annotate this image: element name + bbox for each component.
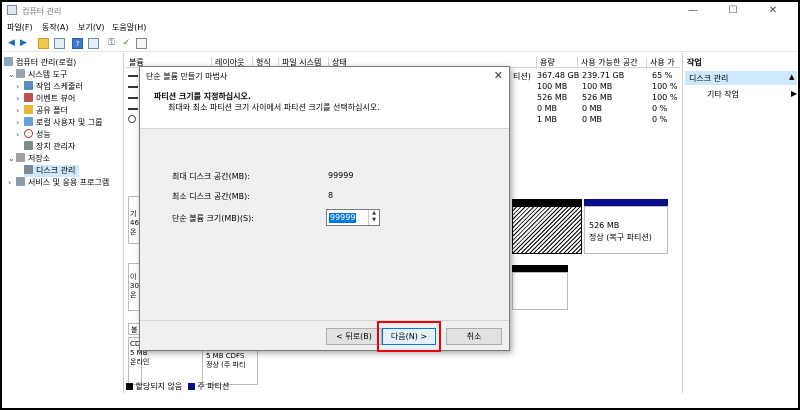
- toolbar: ◀ ▶ ? ⚿ ✓: [2, 34, 798, 52]
- stepper-buttons: ▲ ▼: [368, 210, 379, 225]
- unallocated-region[interactable]: [512, 206, 582, 254]
- volume-size-input[interactable]: 99999: [329, 213, 357, 223]
- volume-icon: [128, 108, 138, 110]
- volume-size-label: 단순 볼륨 크기(MB)(S):: [172, 214, 254, 223]
- stepper-down-icon[interactable]: ▼: [369, 217, 379, 224]
- tree-item-local-users[interactable]: › 로컬 사용자 및 그룹: [16, 117, 103, 129]
- clock-icon: [24, 81, 33, 90]
- view-pane-icon[interactable]: [88, 38, 99, 49]
- collapse-icon[interactable]: ▲: [789, 73, 794, 81]
- menu-action[interactable]: 동작(A): [42, 22, 68, 33]
- col-free[interactable]: 사용 가능한 공간: [577, 57, 638, 69]
- tree-item-shared-folders[interactable]: › 공유 폴더: [16, 105, 68, 117]
- volume-icon: [128, 86, 138, 88]
- key-icon[interactable]: ⚿: [106, 38, 117, 49]
- help-icon[interactable]: ?: [72, 38, 83, 49]
- maximize-icon[interactable]: ☐: [718, 2, 748, 19]
- cd-partition[interactable]: 5 MB CDFS 정상 (주 파티: [202, 349, 258, 385]
- actions-pane: 작업 디스크 관리 ▲ 기타 작업 ▶: [682, 53, 798, 393]
- dialog-close-icon[interactable]: ✕: [494, 69, 503, 82]
- volume-icon: [128, 97, 138, 99]
- cd-volume-icon: [128, 115, 136, 123]
- services-icon: [16, 177, 25, 186]
- unallocated-swatch: [126, 383, 133, 390]
- dialog-header: 파티션 크기를 지정하십시오. 최대와 최소 파티션 크기 사이에서 파티션 크…: [140, 83, 509, 129]
- tree-item-computer-management[interactable]: 컴퓨터 관리(로컬): [4, 57, 76, 69]
- col-capacity[interactable]: 용량: [536, 57, 555, 69]
- tree-item-disk-management[interactable]: 디스크 관리: [24, 165, 80, 177]
- actions-header: 작업: [687, 58, 702, 67]
- back-arrow-icon[interactable]: ◀: [6, 38, 17, 49]
- unallocated-bar: [512, 199, 582, 206]
- more-actions[interactable]: 기타 작업: [707, 89, 739, 100]
- dialog-separator: [140, 320, 509, 321]
- disk1-region[interactable]: [512, 272, 568, 310]
- tools-icon: [16, 69, 25, 78]
- storage-icon: [16, 153, 25, 162]
- max-space-value: 99999: [328, 171, 354, 180]
- properties-icon[interactable]: [136, 38, 147, 49]
- menu-file[interactable]: 파일(F): [7, 22, 33, 33]
- unallocated-bar-2: [512, 265, 568, 272]
- simple-volume-wizard: 단순 볼륨 만들기 마법사 ✕ 파티션 크기를 지정하십시오. 최대와 최소 파…: [139, 66, 510, 352]
- performance-icon: [24, 129, 33, 138]
- volume-icon: [128, 75, 138, 77]
- actions-section-disk-management[interactable]: 디스크 관리 ▲: [685, 71, 797, 85]
- recovery-partition[interactable]: 526 MB 정상 (복구 파티션): [584, 206, 668, 254]
- disk-icon: [24, 165, 33, 174]
- min-space-label: 최소 디스크 공간(MB):: [172, 192, 250, 201]
- status-bar: [2, 398, 798, 408]
- max-space-label: 최대 디스크 공간(MB):: [172, 172, 250, 181]
- title-bar: 컴퓨터 관리 — ☐ ✕: [2, 2, 798, 19]
- close-icon[interactable]: ✕: [758, 2, 788, 19]
- primary-swatch: [187, 383, 195, 390]
- device-manager-icon: [24, 141, 33, 150]
- window-title: 컴퓨터 관리: [22, 7, 62, 16]
- tree-item-task-scheduler[interactable]: › 작업 스케줄러: [16, 81, 83, 93]
- app-icon: [7, 5, 17, 15]
- tree-item-event-viewer[interactable]: › 이벤트 뷰어: [16, 93, 75, 105]
- checklist-icon[interactable]: ✓: [121, 38, 132, 49]
- submenu-arrow-icon: ▶: [791, 89, 798, 98]
- tree-item-system-tools[interactable]: ⌄ 시스템 도구: [8, 69, 67, 81]
- event-viewer-icon: [24, 93, 33, 102]
- computer-icon: [4, 57, 13, 66]
- forward-arrow-icon[interactable]: ▶: [18, 38, 29, 49]
- tree-item-storage[interactable]: ⌄ 저장소: [8, 153, 50, 165]
- col-pct[interactable]: 사용 가: [646, 57, 675, 69]
- console-tree-icon[interactable]: [54, 38, 65, 49]
- highlight-box: [377, 321, 441, 352]
- tree-item-services-apps[interactable]: › 서비스 및 응용 프로그램: [8, 177, 109, 189]
- dialog-subheading: 최대와 최소 파티션 크기 사이에서 파티션 크기를 선택하십시오.: [168, 103, 380, 112]
- menu-bar: 파일(F) 동작(A) 보기(V) 도움말(H): [2, 19, 798, 34]
- legend: 할당되지 않음 주 파티션: [126, 381, 229, 393]
- tree-item-performance[interactable]: › 성능: [16, 129, 51, 141]
- console-tree: 컴퓨터 관리(로컬) ⌄ 시스템 도구 › 작업 스케줄러 › 이벤트 뷰어 › 공유 …: [2, 53, 124, 393]
- dialog-title-bar: 단순 볼륨 만들기 마법사 ✕: [140, 67, 509, 83]
- volume-size-stepper[interactable]: 99999 ▲ ▼: [326, 209, 380, 226]
- dialog-title: 단순 볼륨 만들기 마법사: [146, 72, 228, 81]
- stepper-up-icon[interactable]: ▲: [369, 210, 379, 217]
- partition-bar: [584, 199, 668, 206]
- min-space-value: 8: [328, 191, 334, 200]
- minimize-icon[interactable]: —: [678, 2, 708, 19]
- shared-folder-icon: [24, 105, 33, 114]
- menu-view[interactable]: 보기(V): [78, 22, 104, 33]
- users-icon: [24, 117, 33, 126]
- cancel-button[interactable]: 취소: [446, 328, 502, 345]
- menu-help[interactable]: 도움말(H): [112, 22, 146, 33]
- dialog-heading: 파티션 크기를 지정하십시오.: [154, 92, 251, 101]
- back-button[interactable]: < 뒤로(B): [326, 328, 382, 345]
- tree-item-device-manager[interactable]: 장치 관리자: [24, 141, 75, 153]
- folder-icon[interactable]: [38, 38, 49, 49]
